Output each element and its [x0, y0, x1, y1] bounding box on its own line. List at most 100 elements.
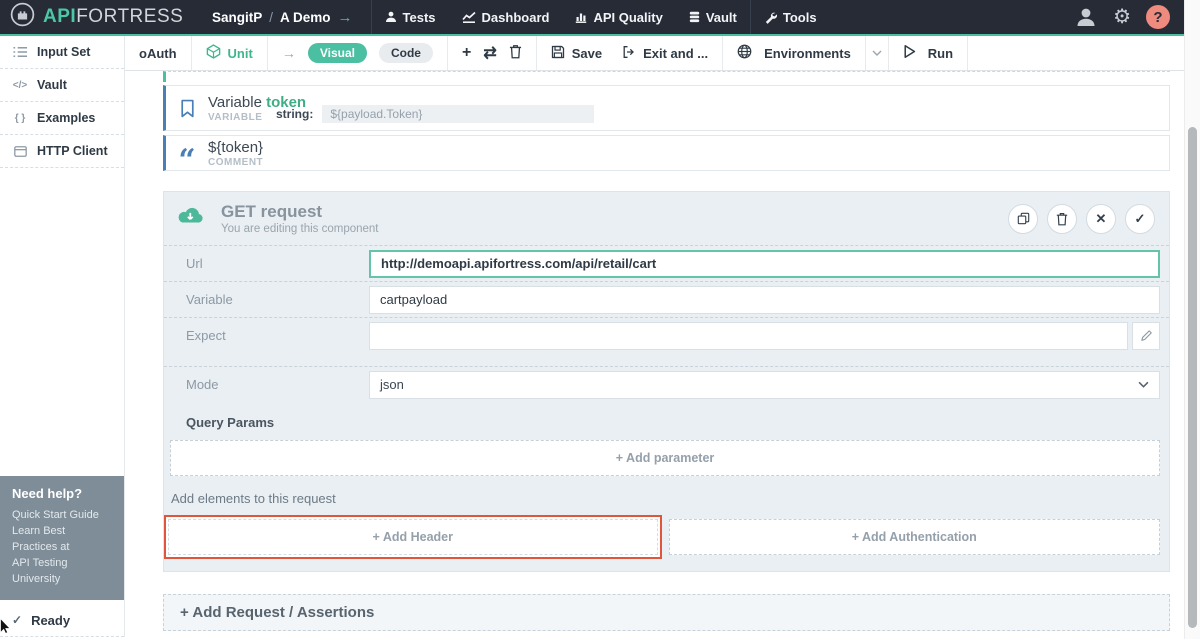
nav-dashboard[interactable]: Dashboard: [449, 0, 563, 34]
variable-value[interactable]: ${payload.Token}: [322, 105, 594, 123]
mode-label: Mode: [164, 377, 369, 392]
breadcrumb[interactable]: SangitP / A Demo →: [200, 9, 371, 26]
add-request-assertions-button[interactable]: + Add Request / Assertions: [163, 594, 1170, 631]
trash-icon[interactable]: [509, 44, 522, 62]
duplicate-button[interactable]: [1008, 204, 1038, 234]
check-icon: ✓: [12, 613, 22, 627]
fortress-logo-icon: [10, 2, 35, 32]
quick-start-guide-link[interactable]: Quick Start Guide: [12, 508, 112, 524]
add-elements-label: Add elements to this request: [171, 491, 1169, 506]
nav-vault[interactable]: Vault: [676, 0, 750, 34]
need-help-panel: Need help? Quick Start Guide Learn Best …: [0, 476, 124, 600]
settings-gear-icon[interactable]: ⚙: [1113, 7, 1131, 27]
need-help-title: Need help?: [12, 486, 112, 501]
variable-field-row: Variable: [164, 281, 1169, 317]
account-icon[interactable]: [1074, 5, 1098, 29]
help-icon[interactable]: ?: [1146, 5, 1170, 29]
file-actions-group: Save Exit and ...: [537, 36, 723, 70]
globe-icon: [737, 44, 752, 62]
header-actions: ⚙ ?: [1074, 5, 1184, 29]
expect-edit-button[interactable]: [1132, 322, 1160, 350]
arrow-right-icon: →: [282, 45, 296, 61]
variable-component[interactable]: Variable token VARIABLE string: ${payloa…: [163, 85, 1170, 131]
reorder-icon[interactable]: ⇄: [483, 43, 496, 63]
mode-selected-value: json: [380, 377, 404, 392]
partial-component-above: [163, 71, 1170, 82]
url-label: Url: [164, 256, 369, 271]
bookmark-icon: [166, 99, 208, 118]
mouse-cursor: [0, 618, 11, 639]
list-icon: [12, 46, 28, 58]
request-header: GET request You are editing this compone…: [164, 192, 1169, 245]
sidebar-item-examples[interactable]: { } Examples: [0, 102, 124, 135]
database-icon: [689, 11, 700, 23]
nav-tools[interactable]: Tools: [751, 0, 830, 34]
confirm-button[interactable]: ✓: [1125, 204, 1155, 234]
sidebar-item-vault[interactable]: </> Vault: [0, 69, 124, 102]
cloud-download-icon: [176, 205, 205, 233]
browser-window-icon: [12, 146, 28, 157]
left-sidebar: Input Set </> Vault { } Examples HTTP Cl…: [0, 36, 125, 637]
user-icon: [385, 11, 397, 23]
test-canvas: Variable token VARIABLE string: ${payloa…: [125, 71, 1184, 637]
add-header-button[interactable]: + Add Header: [168, 519, 658, 555]
play-icon: [903, 44, 916, 62]
breadcrumb-arrow-icon: →: [338, 9, 353, 26]
apifortress-app: APIFORTRESS SangitP / A Demo → Tests Das…: [0, 0, 1200, 639]
request-subtitle: You are editing this component: [221, 223, 379, 235]
exit-and-save-button[interactable]: Exit and ...: [622, 45, 708, 62]
query-params-label: Query Params: [186, 415, 1169, 430]
expect-input[interactable]: [369, 322, 1128, 350]
scrollbar-track[interactable]: [1184, 0, 1200, 639]
breadcrumb-project[interactable]: SangitP: [212, 10, 262, 25]
visual-mode-button[interactable]: Visual: [308, 43, 367, 63]
view-mode-toggle: → Visual Code: [268, 36, 448, 70]
save-button[interactable]: Save: [551, 45, 602, 62]
code-mode-button[interactable]: Code: [379, 43, 433, 63]
comment-component[interactable]: “ ${token} COMMENT: [163, 135, 1170, 171]
delete-button[interactable]: [1047, 204, 1077, 234]
save-icon: [551, 45, 565, 62]
add-elements-row: + Add Header + Add Authentication: [164, 515, 1160, 559]
chevron-down-icon: [1138, 381, 1149, 388]
braces-icon: { }: [12, 113, 28, 124]
mode-select[interactable]: json: [369, 371, 1160, 399]
exit-icon: [622, 45, 636, 62]
variable-label: Variable: [164, 292, 369, 307]
comment-text: ${token}: [208, 139, 263, 156]
apifortress-logo[interactable]: APIFORTRESS: [0, 2, 200, 32]
best-practices-link-line1[interactable]: Learn Best Practices at: [12, 524, 112, 556]
cancel-button[interactable]: ✕: [1086, 204, 1116, 234]
nav-api-quality[interactable]: API Quality: [562, 0, 675, 34]
url-field-row: Url: [164, 245, 1169, 281]
scrollbar-thumb[interactable]: [1188, 127, 1197, 628]
variable-value-field: string: ${payload.Token}: [276, 105, 594, 123]
edit-actions-group: + ⇄: [448, 36, 537, 70]
best-practices-link-line2[interactable]: API Testing University: [12, 556, 112, 588]
add-authentication-button[interactable]: + Add Authentication: [669, 519, 1161, 555]
add-parameter-button[interactable]: + Add parameter: [170, 440, 1160, 476]
request-title: GET request: [221, 202, 379, 222]
top-header: APIFORTRESS SangitP / A Demo → Tests Das…: [0, 0, 1184, 36]
environments-button[interactable]: Environments: [723, 36, 866, 70]
nav-tests[interactable]: Tests: [372, 0, 449, 34]
environments-dropdown-toggle[interactable]: [866, 36, 889, 70]
variable-key-label: string:: [276, 107, 313, 121]
sidebar-item-http-client[interactable]: HTTP Client: [0, 135, 124, 168]
variable-input[interactable]: [369, 286, 1160, 314]
expect-label: Expect: [164, 328, 369, 343]
tab-oauth[interactable]: oAuth: [125, 36, 192, 70]
get-request-component: GET request You are editing this compone…: [163, 191, 1170, 572]
unit-selector[interactable]: Unit: [192, 36, 268, 70]
status-ready: ✓ Ready: [0, 604, 124, 637]
header-nav: Tests Dashboard API Quality Vault T: [372, 0, 830, 34]
run-button[interactable]: Run: [889, 36, 968, 70]
comment-type-label: COMMENT: [208, 157, 263, 168]
sidebar-item-input-set[interactable]: Input Set: [0, 36, 124, 69]
line-chart-icon: [462, 11, 476, 23]
quote-icon: “: [166, 156, 208, 166]
brand-text: APIFORTRESS: [43, 6, 183, 28]
breadcrumb-test[interactable]: A Demo: [280, 10, 331, 25]
url-input[interactable]: [369, 250, 1160, 278]
add-component-button[interactable]: +: [462, 44, 471, 62]
